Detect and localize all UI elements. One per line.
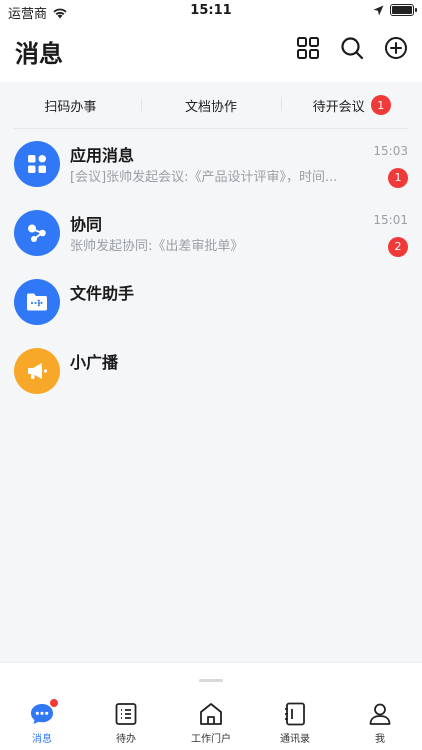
page-title: 消息 — [15, 40, 63, 68]
battery-icon — [390, 4, 417, 16]
conversation-item-file-assistant[interactable]: 文件助手 — [0, 267, 422, 336]
contacts-book-icon — [282, 701, 308, 727]
conversation-preview: 张帅发起协同:《出差审批单》 — [70, 239, 244, 254]
folder-transfer-icon — [27, 293, 47, 311]
unread-badge: 2 — [388, 236, 408, 257]
avatar — [14, 210, 60, 256]
quick-doc-collab-button[interactable]: 文档协作 — [140, 96, 282, 115]
tab-work-portal[interactable]: 工作门户 — [169, 701, 253, 745]
conversation-preview: [会议]张帅发起会议:《产品设计评审》，时间... — [70, 170, 338, 185]
tab-label: 通讯录 — [280, 734, 310, 745]
conversation-name: 小广播 — [70, 353, 119, 372]
apps-icon — [28, 155, 46, 173]
conversation-list: 应用消息 [会议]张帅发起会议:《产品设计评审》，时间... 15:03 1 协… — [0, 129, 422, 405]
conversation-time: 15:01 — [373, 213, 408, 227]
unread-dot — [50, 699, 58, 707]
share-icon — [28, 224, 46, 242]
conversation-name: 应用消息 — [70, 146, 135, 165]
conversation-item-broadcast[interactable]: 小广播 — [0, 336, 422, 405]
unread-badge: 1 — [370, 95, 391, 115]
quick-item-label: 文档协作 — [185, 99, 238, 115]
conversation-time: 15:03 — [373, 144, 408, 158]
top-header: 消息 — [0, 22, 422, 82]
tab-label: 我 — [375, 734, 385, 745]
tab-todo[interactable]: 待办 — [84, 701, 168, 745]
avatar — [14, 141, 60, 187]
drag-handle — [199, 679, 223, 682]
megaphone-icon — [28, 363, 47, 379]
quick-item-label: 待开会议 — [312, 99, 365, 115]
conversation-name: 文件助手 — [70, 284, 135, 303]
unread-badge: 1 — [388, 167, 408, 188]
todo-list-icon — [113, 701, 139, 727]
quick-scan-button[interactable]: 扫码办事 — [0, 96, 141, 115]
conversation-item-app-messages[interactable]: 应用消息 [会议]张帅发起会议:《产品设计评审》，时间... 15:03 1 — [0, 129, 422, 198]
tab-label: 消息 — [32, 734, 52, 745]
home-icon — [198, 701, 224, 727]
avatar — [14, 279, 60, 325]
conversation-name: 协同 — [70, 215, 103, 234]
clock: 15:11 — [190, 3, 232, 18]
message-icon — [29, 699, 58, 727]
quick-pending-meeting-button[interactable]: 待开会议 1 — [281, 95, 422, 115]
tab-label: 待办 — [116, 734, 136, 745]
conversation-item-collaboration[interactable]: 协同 张帅发起协同:《出差审批单》 15:01 2 — [0, 198, 422, 267]
bottom-tab-bar: 消息 待办 工作门户 通讯录 我 — [0, 662, 422, 750]
person-icon — [367, 701, 393, 727]
grid-icon[interactable] — [296, 36, 320, 60]
quick-item-label: 扫码办事 — [44, 99, 97, 115]
add-circle-icon[interactable] — [384, 36, 408, 60]
tab-label: 工作门户 — [191, 734, 231, 745]
status-bar: 运营商 15:11 — [0, 0, 422, 22]
avatar — [14, 348, 60, 394]
quick-actions-bar: 扫码办事 文档协作 待开会议 1 — [0, 82, 422, 128]
location-arrow-icon — [373, 5, 384, 15]
tab-contacts[interactable]: 通讯录 — [253, 701, 337, 745]
tab-me[interactable]: 我 — [338, 701, 422, 745]
search-icon[interactable] — [340, 36, 364, 60]
tab-messages[interactable]: 消息 — [0, 699, 84, 745]
